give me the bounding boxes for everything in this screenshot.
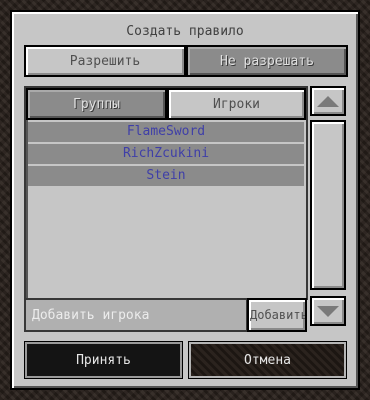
player-row[interactable]: FlameSword [28, 122, 304, 142]
arrow-up-icon [317, 95, 339, 107]
add-player-input[interactable]: Добавить игрока [24, 298, 248, 332]
scroll-thumb[interactable] [310, 120, 346, 290]
scroll-down-button[interactable] [310, 296, 346, 326]
arrow-down-icon [317, 305, 339, 317]
tab-players[interactable]: Игроки [167, 88, 306, 120]
tab-groups[interactable]: Группы [26, 88, 167, 120]
allow-button[interactable]: Разрешить [24, 45, 186, 77]
player-list: FlameSword RichZcukini Stein [28, 122, 304, 188]
accept-button[interactable]: Принять [24, 341, 183, 379]
player-row[interactable]: Stein [28, 166, 304, 186]
dialog-title: Создать правило [126, 24, 244, 39]
cancel-button[interactable]: Отмена [188, 341, 347, 379]
scrollbar[interactable] [310, 86, 346, 332]
scroll-up-button[interactable] [310, 86, 346, 116]
add-player-button[interactable]: Добавить [247, 298, 307, 332]
deny-button[interactable]: Не разрешать [186, 45, 348, 77]
add-player-placeholder: Добавить игрока [32, 307, 150, 323]
player-row[interactable]: RichZcukini [28, 144, 304, 164]
